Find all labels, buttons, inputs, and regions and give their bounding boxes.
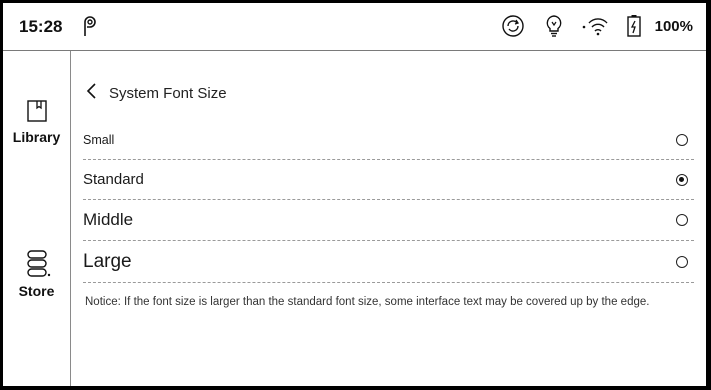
library-icon (26, 100, 47, 122)
settings-panel: System Font Size Small Standard Middle L… (83, 51, 694, 386)
pinned-app-icon[interactable] (81, 14, 99, 43)
sidebar-item-library[interactable]: Library (3, 99, 70, 145)
device-screen: 15:28 100% Library Store System Font Siz… (0, 0, 711, 390)
radio-button[interactable] (676, 255, 688, 268)
option-small[interactable]: Small (83, 120, 694, 160)
sidebar-item-label: Store (18, 283, 55, 299)
back-button[interactable] (83, 81, 101, 106)
store-icon (26, 250, 50, 277)
battery-icon (627, 14, 641, 43)
option-large[interactable]: Large (83, 241, 694, 283)
option-label: Middle (83, 210, 134, 229)
wifi-icon[interactable] (581, 14, 611, 43)
sidebar: Library Store (3, 51, 71, 386)
sidebar-item-store[interactable]: Store (3, 249, 70, 299)
option-label: Standard (83, 171, 144, 188)
radio-button[interactable] (676, 214, 688, 226)
page-title: System Font Size (109, 84, 227, 102)
radio-button-selected[interactable] (676, 173, 688, 186)
frontlight-icon[interactable] (543, 14, 565, 43)
radio-button[interactable] (676, 133, 688, 146)
status-bar: 15:28 100% (3, 3, 706, 51)
option-middle[interactable]: Middle (83, 200, 694, 241)
page-header: System Font Size (83, 81, 227, 105)
battery-percentage: 100% (654, 18, 693, 35)
chevron-left-icon (86, 82, 96, 99)
option-label: Large (83, 250, 132, 272)
sync-icon[interactable] (501, 14, 525, 43)
option-label: Small (83, 132, 115, 147)
clock-time: 15:28 (19, 17, 63, 36)
option-standard[interactable]: Standard (83, 160, 694, 200)
font-size-notice: Notice: If the font size is larger than … (85, 296, 650, 308)
sidebar-item-label: Library (12, 129, 61, 145)
